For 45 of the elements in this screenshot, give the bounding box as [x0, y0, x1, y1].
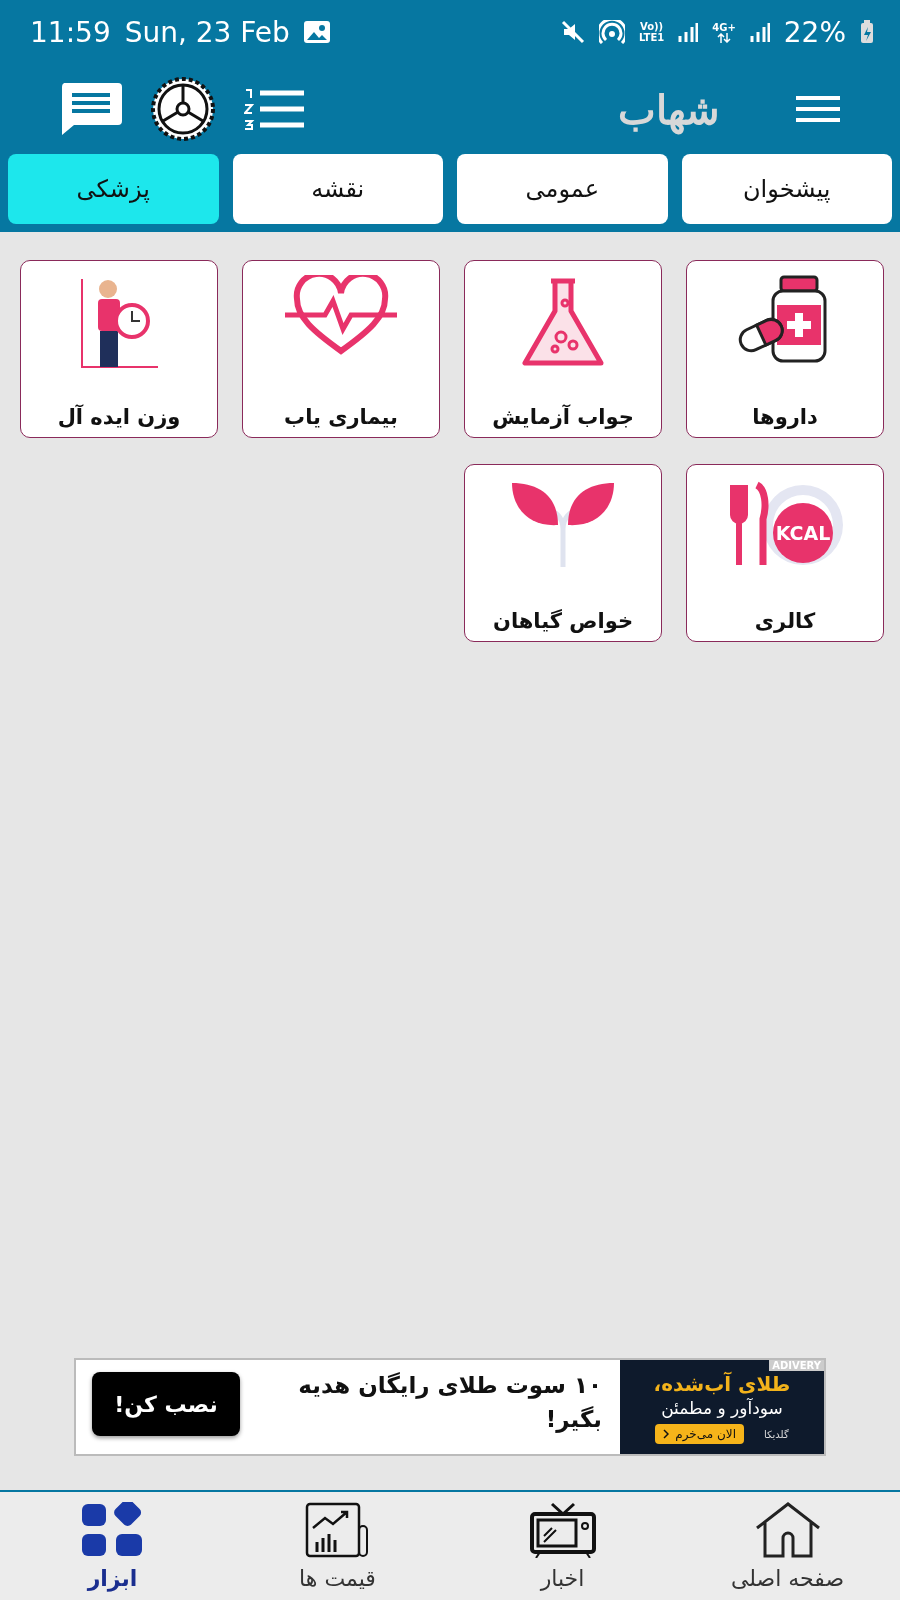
tool-tile[interactable]: خواص گیاهان — [464, 464, 662, 642]
category-tab[interactable]: پزشکی — [8, 154, 219, 224]
menu-icon[interactable] — [796, 95, 840, 123]
status-date: Sun, 23 Feb — [124, 15, 290, 49]
battery-percent: 22% — [783, 15, 846, 49]
ad-headline: ۱۰ سوت طلای رایگان هدیه بگیر! — [297, 1371, 603, 1435]
price-chart-icon — [304, 1501, 371, 1558]
creative-subtitle: سودآور و مطمئن — [661, 1398, 783, 1418]
gear-icon[interactable] — [148, 74, 218, 144]
image-icon — [303, 21, 330, 43]
signal-icon — [678, 22, 699, 42]
volte-label: Vo)) — [639, 21, 664, 32]
tool-tile[interactable]: داروها — [686, 260, 884, 438]
kcal-label: KCAL — [775, 522, 831, 544]
nav-item[interactable]: اخبار — [450, 1492, 675, 1600]
install-button[interactable]: نصب کن! — [92, 1372, 240, 1436]
data-arrows-icon — [717, 32, 731, 43]
chat-icon[interactable] — [60, 83, 122, 135]
app-logo: شهاب — [618, 85, 720, 133]
creative-title: طلای آب‌شده، — [653, 1372, 791, 1396]
nav-item[interactable]: صفحه اصلی — [675, 1492, 900, 1600]
kcal-badge — [773, 503, 833, 563]
nav-item[interactable]: ابزار — [0, 1492, 225, 1600]
tool-tile[interactable]: وزن ایده آل — [20, 260, 218, 438]
home-icon — [754, 1501, 821, 1558]
category-tab[interactable]: نقشه — [232, 154, 443, 224]
status-time: 11:59 — [30, 15, 111, 49]
mute-icon — [560, 20, 585, 44]
numbered-list-icon[interactable] — [244, 87, 304, 131]
creative-brand: گلدیکا — [764, 1428, 789, 1440]
lte-label: LTE1 — [638, 32, 665, 43]
chevron-icon — [663, 1429, 670, 1439]
network-label: 4G+ — [712, 21, 736, 33]
tool-tile[interactable]: جواب آزمایش — [464, 260, 662, 438]
signal-icon — [749, 22, 770, 42]
heartbeat-icon — [283, 275, 399, 355]
fork-knife-icon — [730, 482, 769, 568]
tool-tile[interactable]: بیماری یاب — [242, 260, 440, 438]
tv-icon — [529, 1501, 596, 1558]
creative-button[interactable]: الان می‌خرم — [655, 1424, 744, 1444]
category-tab[interactable]: پیشخوان — [681, 154, 892, 224]
hotspot-icon — [598, 20, 625, 44]
category-tab[interactable]: عمومی — [457, 154, 668, 224]
battery-icon — [860, 20, 874, 44]
nav-item[interactable]: قیمت ها — [225, 1492, 450, 1600]
